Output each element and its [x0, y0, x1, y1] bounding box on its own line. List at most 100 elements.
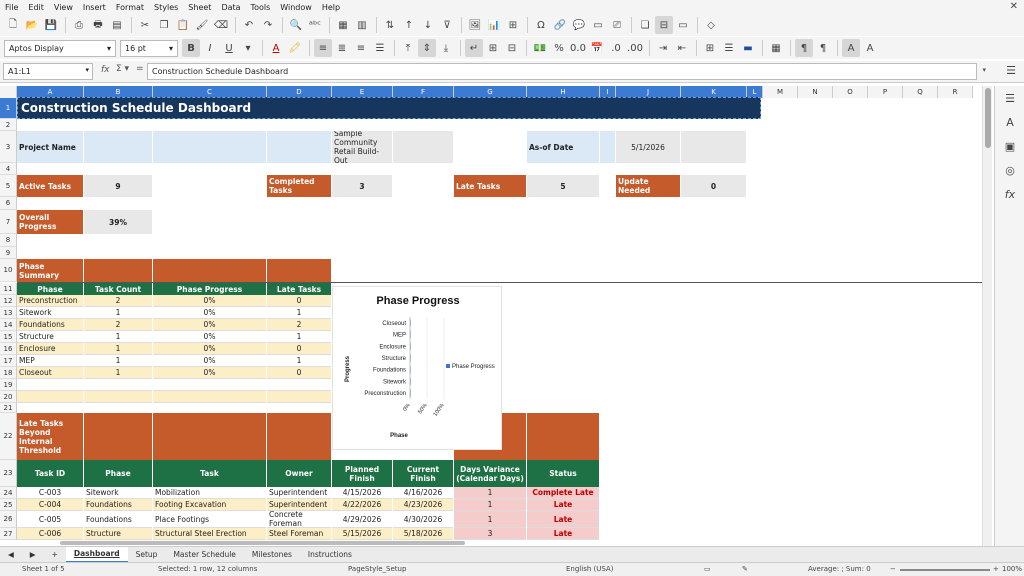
- late-tasks-label[interactable]: Late Tasks: [454, 175, 526, 197]
- save-icon[interactable]: 💾: [42, 16, 60, 34]
- borders-icon[interactable]: ⊞: [701, 39, 719, 57]
- menu-item-window[interactable]: Window: [275, 3, 317, 12]
- tab-nav-first[interactable]: ◀: [0, 547, 22, 563]
- align-center-icon[interactable]: ≣: [333, 39, 351, 57]
- close-document-icon[interactable]: ✕: [1010, 1, 1018, 12]
- asof-date-label[interactable]: As-of Date: [527, 131, 599, 163]
- open-folder-icon[interactable]: 📂: [23, 16, 41, 34]
- phase-summary-title[interactable]: Phase Summary: [17, 259, 83, 282]
- menu-item-data[interactable]: Data: [216, 3, 245, 12]
- pivot-table-icon[interactable]: ⊞: [504, 16, 522, 34]
- late-table-cell[interactable]: Structural Steel Erection: [153, 528, 266, 540]
- column-header-r[interactable]: R: [938, 86, 973, 98]
- copy-icon[interactable]: ❐: [155, 16, 173, 34]
- vertical-text-icon[interactable]: A: [861, 39, 879, 57]
- project-blank-cell[interactable]: [267, 131, 331, 163]
- phase-table-cell[interactable]: Enclosure: [17, 343, 83, 355]
- row-header-19[interactable]: 19: [0, 379, 17, 391]
- properties-icon[interactable]: ☰: [995, 86, 1024, 110]
- border-style-icon[interactable]: ☰: [720, 39, 738, 57]
- zoom-slider[interactable]: [900, 569, 990, 571]
- phase-table-cell[interactable]: 0%: [153, 319, 266, 331]
- increase-indent-icon[interactable]: ⇥: [654, 39, 672, 57]
- late-header-cell[interactable]: Current Finish: [393, 460, 453, 487]
- phase-table-cell[interactable]: Foundations: [17, 319, 83, 331]
- center-vertically-icon[interactable]: ⇕: [418, 39, 436, 57]
- phase-table-empty-cell[interactable]: [267, 391, 331, 403]
- tab-nav-last[interactable]: ▶: [22, 547, 44, 563]
- late-table-cell[interactable]: Late: [527, 499, 599, 511]
- late-table-cell[interactable]: Structure: [84, 528, 152, 540]
- row-header-1[interactable]: 1: [0, 98, 17, 119]
- column-header-n[interactable]: N: [798, 86, 833, 98]
- late-table-cell[interactable]: Superintendent: [267, 487, 331, 499]
- row-header-25[interactable]: 25: [0, 499, 17, 511]
- row-header-15[interactable]: 15: [0, 331, 17, 343]
- late-tasks-title[interactable]: Late Tasks Beyond Internal Threshold: [17, 413, 83, 460]
- phase-table-cell[interactable]: 2: [84, 295, 152, 307]
- phase-table-cell[interactable]: 0: [267, 367, 331, 379]
- row-header-23[interactable]: 23: [0, 460, 17, 487]
- print-icon[interactable]: 🖶: [89, 16, 107, 34]
- phase-table-cell[interactable]: Preconstruction: [17, 295, 83, 307]
- column-header-p[interactable]: P: [868, 86, 903, 98]
- new-document-icon[interactable]: 🗋: [4, 16, 22, 34]
- status-zoom[interactable]: 100%: [1002, 565, 1022, 573]
- late-table-cell[interactable]: Steel Foreman: [267, 528, 331, 540]
- undo-icon[interactable]: ↶: [240, 16, 258, 34]
- menu-item-help[interactable]: Help: [317, 3, 345, 12]
- phase-table-cell[interactable]: 0%: [153, 295, 266, 307]
- row-header-22[interactable]: 22: [0, 413, 17, 460]
- border-color-icon[interactable]: ▬: [739, 39, 757, 57]
- late-table-cell[interactable]: Superintendent: [267, 499, 331, 511]
- late-table-cell[interactable]: 4/15/2026: [332, 487, 392, 499]
- phase-table-cell[interactable]: 1: [267, 355, 331, 367]
- active-tasks-label[interactable]: Active Tasks: [17, 175, 83, 197]
- zoom-in-icon[interactable]: +: [993, 565, 999, 573]
- row-header-14[interactable]: 14: [0, 319, 17, 331]
- menu-item-view[interactable]: View: [49, 3, 78, 12]
- text-direction-icon[interactable]: A: [842, 39, 860, 57]
- phase-table-cell[interactable]: 0%: [153, 307, 266, 319]
- font-color-icon[interactable]: A: [267, 39, 285, 57]
- row-header-8[interactable]: 8: [0, 234, 17, 247]
- late-table-cell[interactable]: 1: [454, 499, 526, 511]
- phase-table-cell[interactable]: Structure: [17, 331, 83, 343]
- navigator-icon[interactable]: ◎: [995, 158, 1024, 182]
- late-header-cell[interactable]: Phase: [84, 460, 152, 487]
- underline-dropdown-icon[interactable]: ▾: [239, 39, 257, 57]
- align-top-icon[interactable]: ⤒: [399, 39, 417, 57]
- column-header-m[interactable]: M: [763, 86, 798, 98]
- column-icon[interactable]: ▥: [353, 16, 371, 34]
- late-header-cell[interactable]: Planned Finish: [332, 460, 392, 487]
- align-left-icon[interactable]: ≡: [314, 39, 332, 57]
- phase-table-cell[interactable]: 1: [84, 355, 152, 367]
- insert-chart-icon[interactable]: 📊: [485, 16, 503, 34]
- clear-formatting-icon[interactable]: ⌫: [212, 16, 230, 34]
- split-window-icon[interactable]: ⊟: [655, 16, 673, 34]
- shapes-icon[interactable]: ◇: [702, 16, 720, 34]
- font-size-select[interactable]: 16 pt ▾: [120, 39, 178, 57]
- align-right-icon[interactable]: ≡: [352, 39, 370, 57]
- phase-table-cell[interactable]: Sitework: [17, 307, 83, 319]
- late-table-cell[interactable]: Mobilization: [153, 487, 266, 499]
- menu-item-sheet[interactable]: Sheet: [183, 3, 216, 12]
- export-pdf-icon[interactable]: ⎙: [70, 16, 88, 34]
- late-table-cell[interactable]: 3: [454, 528, 526, 540]
- show-draw-functions-icon[interactable]: ▭: [674, 16, 692, 34]
- late-tasks-value[interactable]: 5: [527, 175, 599, 197]
- currency-format-icon[interactable]: 💵: [531, 39, 549, 57]
- late-table-cell[interactable]: C-005: [17, 511, 83, 528]
- phase-table-empty-cell[interactable]: [84, 391, 152, 403]
- late-table-cell[interactable]: C-004: [17, 499, 83, 511]
- phase-table-cell[interactable]: 0: [267, 295, 331, 307]
- menu-item-insert[interactable]: Insert: [78, 3, 111, 12]
- phase-table-cell[interactable]: 0%: [153, 331, 266, 343]
- overall-progress-value[interactable]: 39%: [84, 210, 152, 234]
- menu-item-edit[interactable]: Edit: [23, 3, 49, 12]
- justify-icon[interactable]: ☰: [371, 39, 389, 57]
- underline-icon[interactable]: U: [220, 39, 238, 57]
- spelling-icon[interactable]: ᵃᵇᶜ: [306, 16, 324, 34]
- column-header-o[interactable]: O: [833, 86, 868, 98]
- late-table-cell[interactable]: 1: [454, 511, 526, 528]
